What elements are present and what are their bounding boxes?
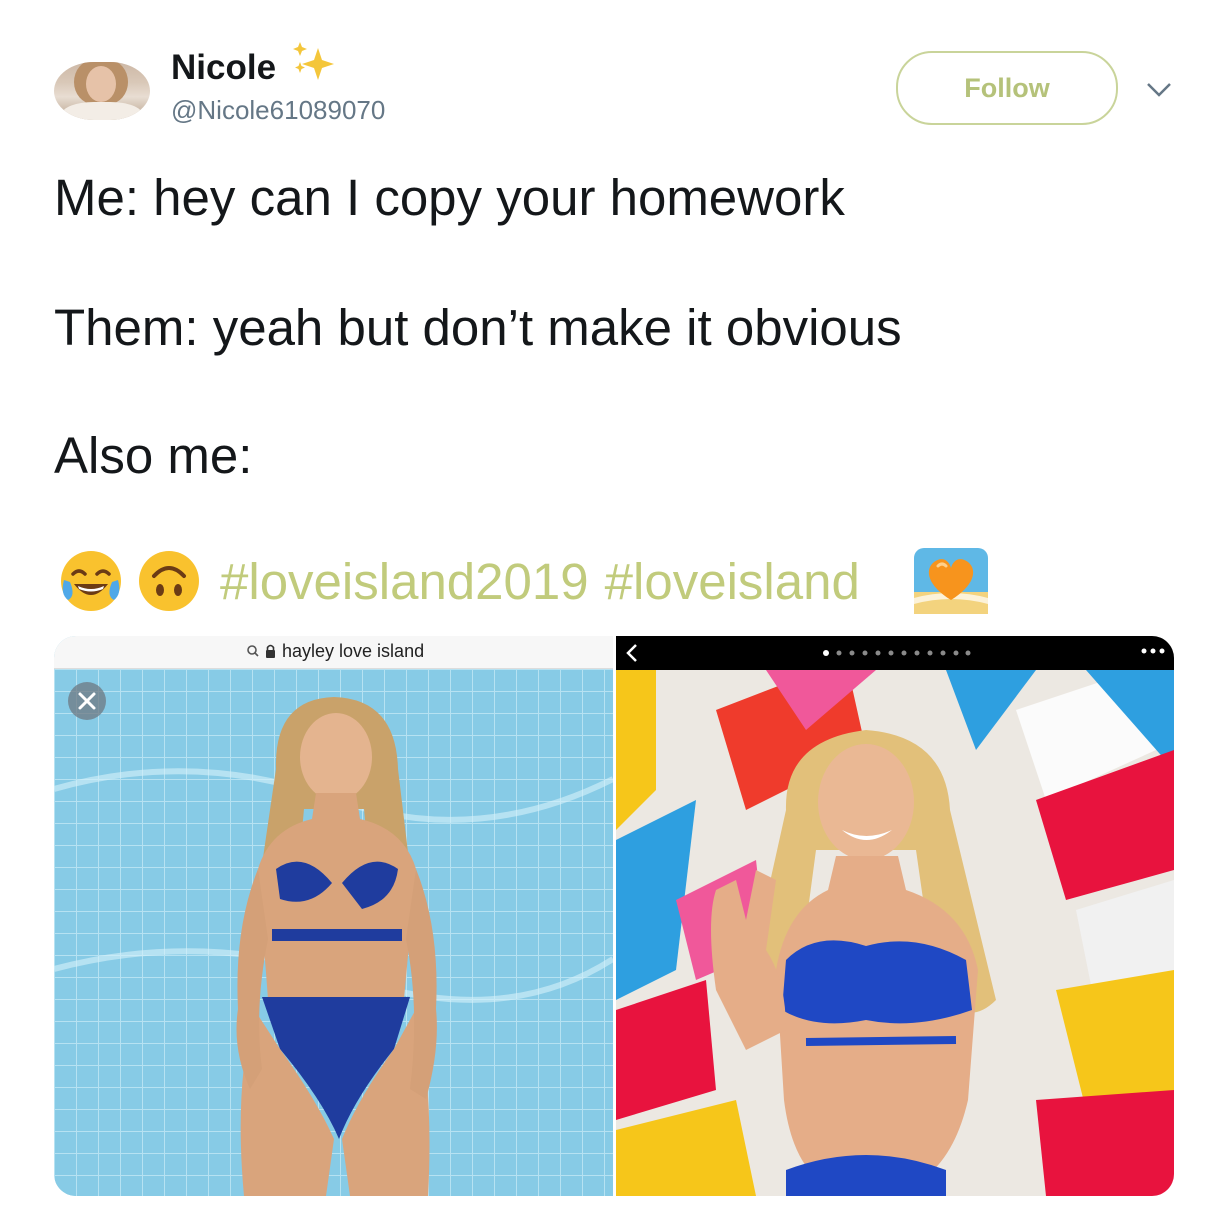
author-name[interactable]: Nicole bbox=[171, 46, 276, 90]
carousel-dots bbox=[823, 650, 971, 656]
search-text: hayley love island bbox=[282, 641, 425, 661]
browser-address-bar: hayley love island bbox=[54, 636, 613, 669]
tears-of-joy-emoji-icon bbox=[61, 551, 121, 611]
avatar-face bbox=[86, 66, 116, 102]
close-icon[interactable] bbox=[68, 682, 106, 720]
tweet-text-line-2: Them: yeah but don’t make it obvious bbox=[54, 299, 902, 356]
upside-down-face-emoji-icon bbox=[139, 551, 199, 611]
hashtags: #loveisland2019 #loveisland bbox=[220, 552, 876, 612]
back-chevron-icon[interactable] bbox=[624, 642, 640, 664]
avatar-shoulders bbox=[62, 102, 142, 120]
hashtag-link[interactable]: #loveisland bbox=[605, 553, 860, 610]
pool-background-photo bbox=[54, 669, 613, 1196]
tweet-text-line-1: Me: hey can I copy your homework bbox=[54, 169, 845, 226]
hashtag-link[interactable]: #loveisland2019 bbox=[220, 553, 589, 610]
colorful-villa-background-photo bbox=[616, 670, 1174, 1196]
more-options-icon[interactable] bbox=[1140, 646, 1166, 656]
sparkles-icon bbox=[293, 42, 334, 80]
follow-button[interactable]: Follow bbox=[896, 51, 1118, 125]
media-image-right[interactable] bbox=[616, 636, 1174, 1196]
story-top-bar bbox=[616, 636, 1174, 670]
avatar[interactable] bbox=[54, 62, 150, 120]
chevron-down-icon[interactable] bbox=[1144, 76, 1174, 102]
search-lock-icon bbox=[247, 644, 275, 658]
orange-heart-beach-emoji-icon bbox=[914, 548, 988, 614]
author-handle[interactable]: @Nicole61089070 bbox=[171, 94, 385, 126]
tweet-text-line-3: Also me: bbox=[54, 427, 253, 484]
media-image-left[interactable]: hayley love island bbox=[54, 636, 613, 1196]
